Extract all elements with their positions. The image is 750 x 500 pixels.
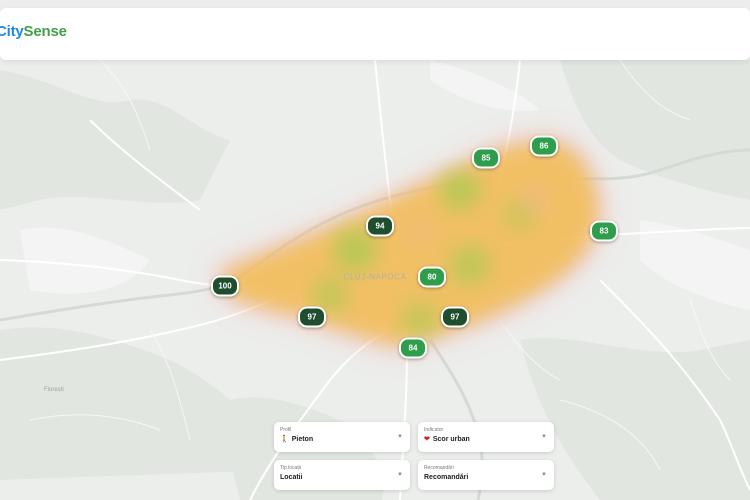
location-type-select-value: Locatii	[280, 474, 303, 481]
score-marker-value: 85	[481, 153, 491, 163]
location-type-select-label: Tip locații	[280, 465, 301, 471]
profile-select-value: Pieton	[291, 436, 314, 443]
score-marker[interactable]: 80	[418, 266, 446, 288]
app-header: CitySense	[0, 8, 750, 60]
city-label: CLUJ-NAPOCA	[343, 272, 407, 282]
score-marker-value: 80	[427, 272, 437, 282]
score-marker-value: 84	[408, 343, 418, 353]
logo-text: City	[0, 23, 24, 40]
score-marker[interactable]: 85	[472, 147, 500, 169]
location-type-select[interactable]: Tip locații Locatii ▼	[274, 460, 410, 490]
app-logo[interactable]: CitySense	[0, 23, 67, 40]
chevron-down-icon: ▼	[541, 434, 547, 440]
score-marker-value: 86	[539, 141, 549, 151]
pedestrian-icon: 🚶	[280, 436, 289, 443]
score-marker-value: 94	[375, 221, 385, 231]
recommendations-select[interactable]: Recomandări Recomandări ▼	[418, 460, 554, 490]
score-marker-value: 83	[599, 226, 609, 236]
chevron-down-icon: ▼	[397, 472, 403, 478]
chevron-down-icon: ▼	[397, 434, 403, 440]
recommendations-select-value-row: Recomandări	[424, 474, 468, 481]
indicator-select[interactable]: Indicator ❤ Scor urban ▼	[418, 422, 554, 452]
town-label: Florești	[44, 387, 64, 393]
logo-text-accent: Sense	[23, 23, 67, 40]
indicator-select-value: Scor urban	[432, 436, 470, 443]
score-marker[interactable]: 86	[530, 135, 558, 157]
score-marker[interactable]: 94	[366, 215, 394, 237]
score-marker[interactable]: 97	[441, 306, 469, 328]
score-marker-value: 97	[307, 312, 317, 322]
score-marker[interactable]: 100	[211, 275, 239, 297]
indicator-select-value-row: ❤ Scor urban	[424, 436, 470, 443]
profile-select[interactable]: Profil 🚶 Pieton ▼	[274, 422, 410, 452]
profile-select-label: Profil	[280, 427, 292, 433]
score-marker-value: 97	[450, 312, 460, 322]
heart-icon: ❤	[424, 436, 430, 443]
chevron-down-icon: ▼	[541, 472, 547, 478]
recommendations-select-value: Recomandări	[424, 474, 469, 481]
score-marker[interactable]: 84	[399, 337, 427, 359]
profile-select-value-row: 🚶 Pieton	[280, 436, 313, 443]
recommendations-select-label: Recomandări	[424, 465, 454, 471]
score-marker[interactable]: 97	[298, 306, 326, 328]
app-root: CLUJ-NAPOCA Florești 100 94 97 97 80 85 …	[0, 0, 750, 500]
indicator-select-label: Indicator	[424, 427, 444, 433]
score-marker-value: 100	[218, 281, 232, 291]
score-marker[interactable]: 83	[590, 220, 618, 242]
location-type-select-value-row: Locatii	[280, 474, 303, 481]
